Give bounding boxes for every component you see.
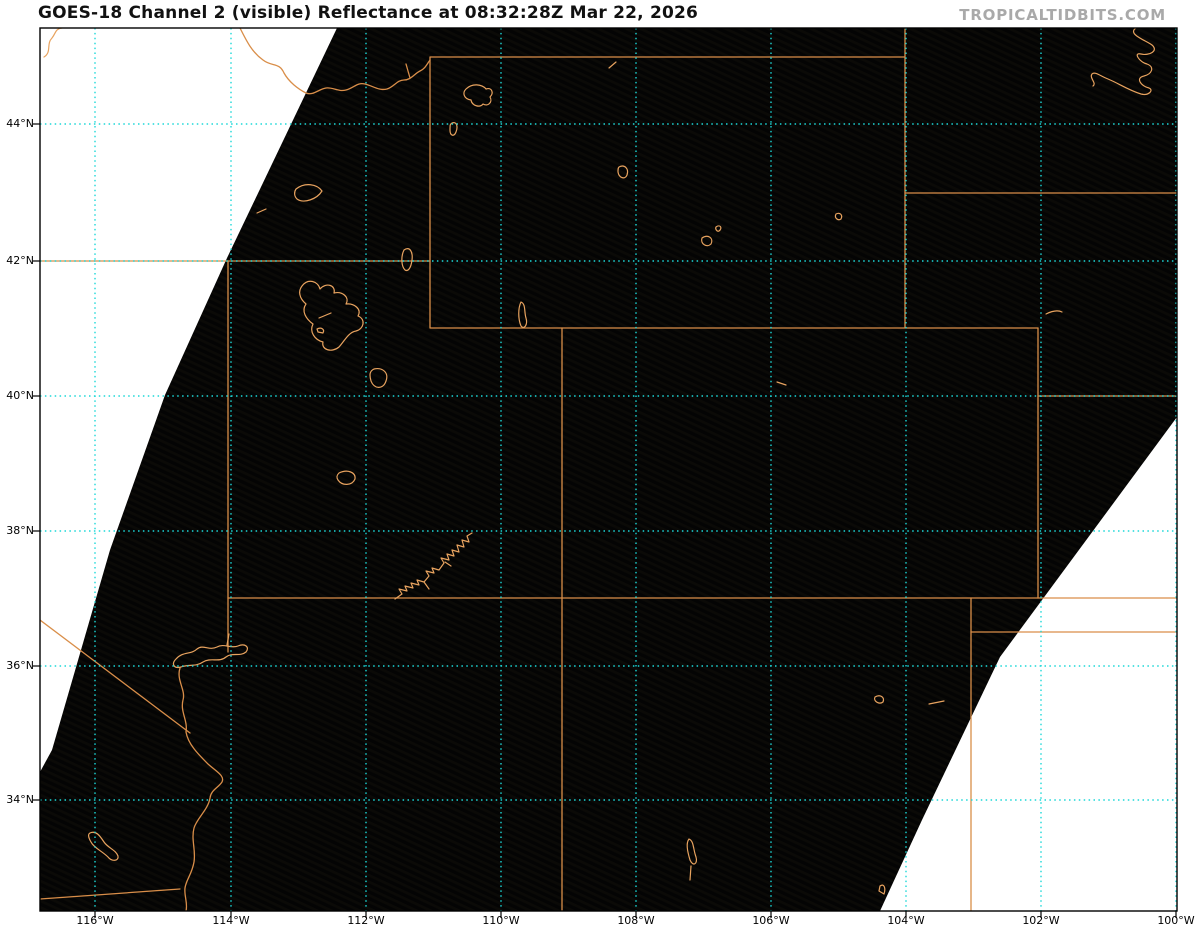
lon-tick-label: 102°W (1022, 914, 1060, 927)
lon-tick-label: 108°W (617, 914, 655, 927)
satellite-image-page: GOES-18 Channel 2 (visible) Reflectance … (0, 0, 1200, 929)
lon-tick-label: 104°W (887, 914, 925, 927)
lat-tick-label: 34°N (6, 793, 34, 806)
lat-tick-label: 38°N (6, 524, 34, 537)
lon-tick-label: 110°W (482, 914, 520, 927)
lon-tick-label: 112°W (347, 914, 385, 927)
lat-tick-label: 44°N (6, 117, 34, 130)
lat-tick-label: 42°N (6, 254, 34, 267)
lon-tick-label: 100°W (1157, 914, 1195, 927)
lat-tick-label: 36°N (6, 659, 34, 672)
lat-tick-label: 40°N (6, 389, 34, 402)
satellite-map (33, 27, 1178, 918)
lon-tick-label: 114°W (212, 914, 250, 927)
lon-tick-label: 106°W (752, 914, 790, 927)
lon-tick-label: 116°W (76, 914, 114, 927)
